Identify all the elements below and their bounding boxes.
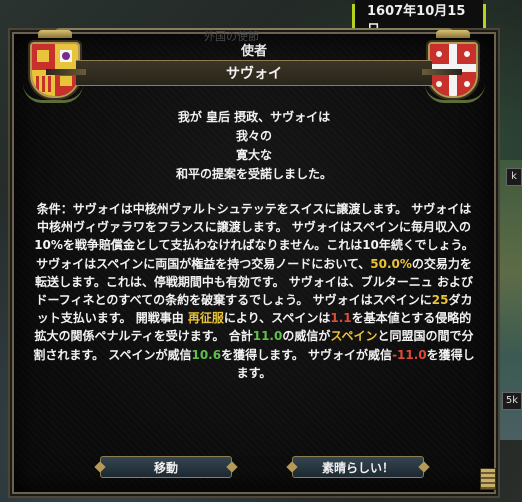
move-button[interactable]: 移動 — [100, 456, 232, 478]
dialog-title-bar: サヴォイ — [76, 60, 462, 86]
intro-line: 我が 皇后 摂政、サヴォイは — [177, 110, 331, 124]
laurel-decoration — [425, 84, 485, 103]
map-side-tag: k — [506, 168, 522, 186]
peace-accepted-dialog: 外国の使節 使者 サヴォイ 我が 皇后 摂政、サヴォイは 我々の 寛大な 和平の… — [12, 28, 496, 494]
peace-conditions-text: 条件：サヴォイは中核州ヴァルトシュテッテをスイスに譲渡します。 サヴォイは中核州… — [32, 200, 476, 382]
highlighted-value: 再征服 — [187, 311, 224, 326]
highlighted-value: 50.0% — [370, 256, 412, 271]
highlighted-value: スペイン — [330, 329, 378, 344]
highlighted-value: 10.6 — [191, 347, 222, 362]
dialog-header-label: 使者 — [240, 44, 267, 59]
condition-text: を獲得します。 サヴォイが威信 — [221, 347, 393, 362]
ledger-icon[interactable] — [480, 468, 496, 490]
crown-icon — [436, 30, 470, 38]
highlighted-value: 25 — [431, 293, 449, 308]
highlighted-value: -11.0 — [392, 347, 427, 362]
accept-button[interactable]: 素晴らしい！ — [292, 456, 424, 478]
highlighted-value: 11.0 — [252, 329, 283, 344]
laurel-decoration — [23, 84, 83, 103]
map-side-tag: 5k — [502, 392, 522, 410]
intro-line: 和平の提案を受諾しました。 — [175, 167, 332, 181]
condition-text: により、スペインは — [223, 311, 331, 326]
crown-icon — [38, 30, 72, 38]
intro-line: 寛大な — [235, 148, 272, 162]
dialog-title: サヴォイ — [226, 66, 282, 82]
condition-text: の威信が — [282, 329, 331, 344]
intro-line: 我々の — [235, 129, 272, 143]
highlighted-value: 1.1 — [330, 311, 352, 326]
dialog-intro: 我が 皇后 摂政、サヴォイは 我々の 寛大な 和平の提案を受諾しました。 — [30, 108, 478, 184]
